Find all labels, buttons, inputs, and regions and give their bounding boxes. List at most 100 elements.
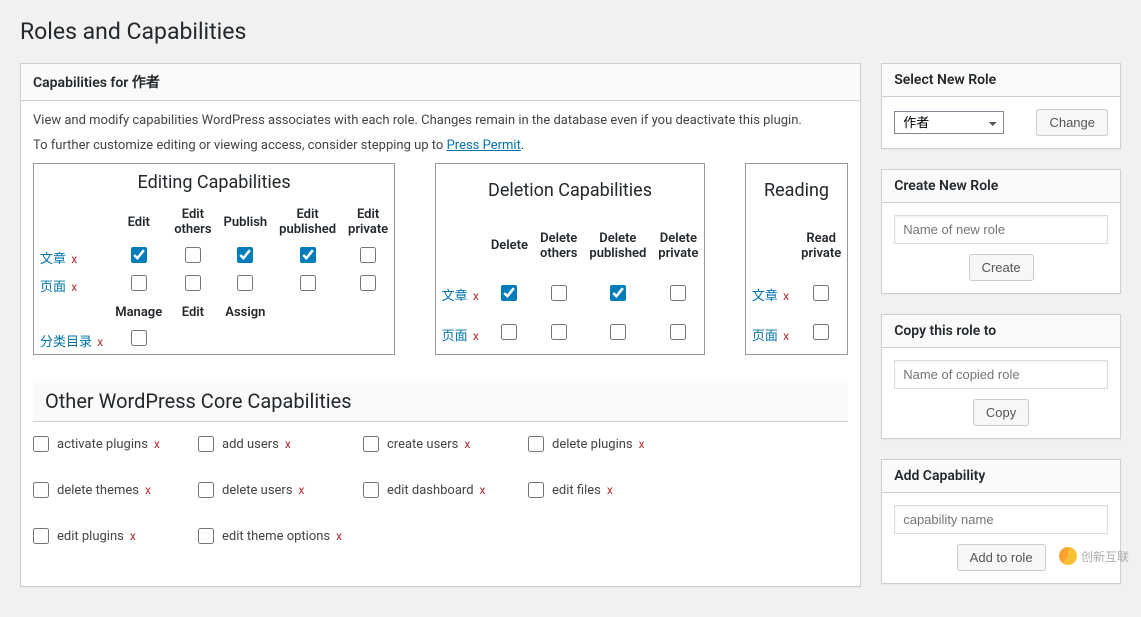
- copied-role-name-input[interactable]: [894, 360, 1108, 389]
- capability-checkbox[interactable]: [813, 324, 829, 340]
- core-capability-item: edit files x: [528, 482, 693, 498]
- core-cap-label: delete users: [222, 483, 293, 498]
- core-cap-checkbox[interactable]: [363, 482, 379, 498]
- post-type-link[interactable]: 页面: [442, 329, 468, 344]
- capabilities-panel: Capabilities for 作者 View and modify capa…: [20, 63, 861, 587]
- core-cap-checkbox[interactable]: [198, 436, 214, 452]
- core-cap-label: delete plugins: [552, 437, 633, 452]
- capability-checkbox[interactable]: [670, 324, 686, 340]
- core-cap-checkbox[interactable]: [33, 436, 49, 452]
- capabilities-panel-title: Capabilities for 作者: [21, 64, 860, 101]
- delete-icon[interactable]: x: [71, 280, 77, 294]
- core-capability-item: add users x: [198, 436, 363, 452]
- delete-icon[interactable]: x: [97, 335, 103, 349]
- description-line-1: View and modify capabilities WordPress a…: [33, 113, 848, 128]
- table-title: Editing Capabilities: [34, 164, 395, 202]
- reading-capabilities-table: ReadingReadprivate文章 x页面 x: [745, 163, 848, 355]
- post-type-link[interactable]: 文章: [40, 252, 66, 267]
- post-type-link[interactable]: 页面: [752, 329, 778, 344]
- copy-role-panel: Copy this role to Copy: [881, 314, 1121, 439]
- capability-checkbox[interactable]: [813, 285, 829, 301]
- capability-checkbox[interactable]: [237, 275, 253, 291]
- delete-icon[interactable]: x: [783, 329, 789, 343]
- description-line-2: To further customize editing or viewing …: [33, 138, 848, 153]
- delete-icon[interactable]: x: [783, 289, 789, 303]
- capability-checkbox[interactable]: [360, 247, 376, 263]
- role-select[interactable]: 作者: [894, 111, 1004, 134]
- delete-icon[interactable]: x: [464, 437, 470, 451]
- delete-icon[interactable]: x: [639, 437, 645, 451]
- post-type-link[interactable]: 文章: [752, 289, 778, 304]
- core-cap-checkbox[interactable]: [33, 482, 49, 498]
- capability-name-input[interactable]: [894, 505, 1108, 534]
- column-header: Editpublished: [273, 201, 342, 243]
- post-type-link[interactable]: 文章: [442, 289, 468, 304]
- delete-icon[interactable]: x: [473, 329, 479, 343]
- core-cap-label: activate plugins: [57, 437, 148, 452]
- delete-icon[interactable]: x: [154, 437, 160, 451]
- core-cap-label: create users: [387, 437, 458, 452]
- column-header: Manage: [109, 299, 168, 326]
- core-cap-label: delete themes: [57, 483, 139, 498]
- delete-icon[interactable]: x: [299, 483, 305, 497]
- column-header: Assign: [218, 299, 274, 326]
- capability-checkbox[interactable]: [131, 275, 147, 291]
- capability-checkbox[interactable]: [610, 324, 626, 340]
- press-permit-link[interactable]: Press Permit: [447, 138, 521, 153]
- core-capability-item: edit plugins x: [33, 528, 198, 544]
- capability-checkbox[interactable]: [360, 275, 376, 291]
- capability-checkbox[interactable]: [131, 247, 147, 263]
- create-role-panel: Create New Role Create: [881, 169, 1121, 294]
- core-cap-checkbox[interactable]: [363, 436, 379, 452]
- core-cap-checkbox[interactable]: [528, 436, 544, 452]
- capability-checkbox[interactable]: [237, 247, 253, 263]
- core-capability-item: activate plugins x: [33, 436, 198, 452]
- delete-icon[interactable]: x: [473, 289, 479, 303]
- row-label: 文章 x: [435, 275, 485, 314]
- create-role-button[interactable]: Create: [969, 254, 1034, 281]
- table-title: Reading: [745, 164, 847, 217]
- taxonomy-link[interactable]: 分类目录: [40, 335, 92, 350]
- delete-icon[interactable]: x: [145, 483, 151, 497]
- column-header: Edit: [109, 201, 168, 243]
- copy-role-title: Copy this role to: [882, 315, 1120, 348]
- copy-role-button[interactable]: Copy: [973, 399, 1029, 426]
- core-cap-checkbox[interactable]: [198, 482, 214, 498]
- column-header: Editprivate: [342, 201, 395, 243]
- capability-checkbox[interactable]: [300, 247, 316, 263]
- core-cap-label: edit dashboard: [387, 483, 474, 498]
- other-core-caps-heading: Other WordPress Core Capabilities: [33, 381, 848, 422]
- core-cap-checkbox[interactable]: [33, 528, 49, 544]
- post-type-link[interactable]: 页面: [40, 280, 66, 295]
- delete-icon[interactable]: x: [336, 529, 342, 543]
- row-label: 文章 x: [34, 243, 110, 271]
- row-label: 页面 x: [435, 314, 485, 354]
- capability-checkbox[interactable]: [670, 285, 686, 301]
- capability-checkbox[interactable]: [551, 324, 567, 340]
- column-header: Delete: [485, 216, 534, 275]
- delete-icon[interactable]: x: [285, 437, 291, 451]
- add-capability-panel: Add Capability Add to role: [881, 459, 1121, 584]
- core-cap-checkbox[interactable]: [198, 528, 214, 544]
- column-header: Editothers: [168, 201, 217, 243]
- delete-icon[interactable]: x: [607, 483, 613, 497]
- capability-checkbox[interactable]: [185, 275, 201, 291]
- delete-icon[interactable]: x: [480, 483, 486, 497]
- column-header: Deleteprivate: [652, 216, 705, 275]
- page-title: Roles and Capabilities: [20, 18, 1121, 45]
- add-to-role-button[interactable]: Add to role: [957, 544, 1046, 571]
- capability-checkbox[interactable]: [131, 330, 147, 346]
- capability-checkbox[interactable]: [501, 285, 517, 301]
- delete-icon[interactable]: x: [130, 529, 136, 543]
- capability-checkbox[interactable]: [551, 285, 567, 301]
- change-role-button[interactable]: Change: [1036, 109, 1108, 136]
- new-role-name-input[interactable]: [894, 215, 1108, 244]
- capability-checkbox[interactable]: [185, 247, 201, 263]
- capability-checkbox[interactable]: [501, 324, 517, 340]
- capability-checkbox[interactable]: [300, 275, 316, 291]
- capability-checkbox[interactable]: [610, 285, 626, 301]
- core-capability-item: edit dashboard x: [363, 482, 528, 498]
- core-cap-checkbox[interactable]: [528, 482, 544, 498]
- core-capability-item: delete themes x: [33, 482, 198, 498]
- delete-icon[interactable]: x: [71, 252, 77, 266]
